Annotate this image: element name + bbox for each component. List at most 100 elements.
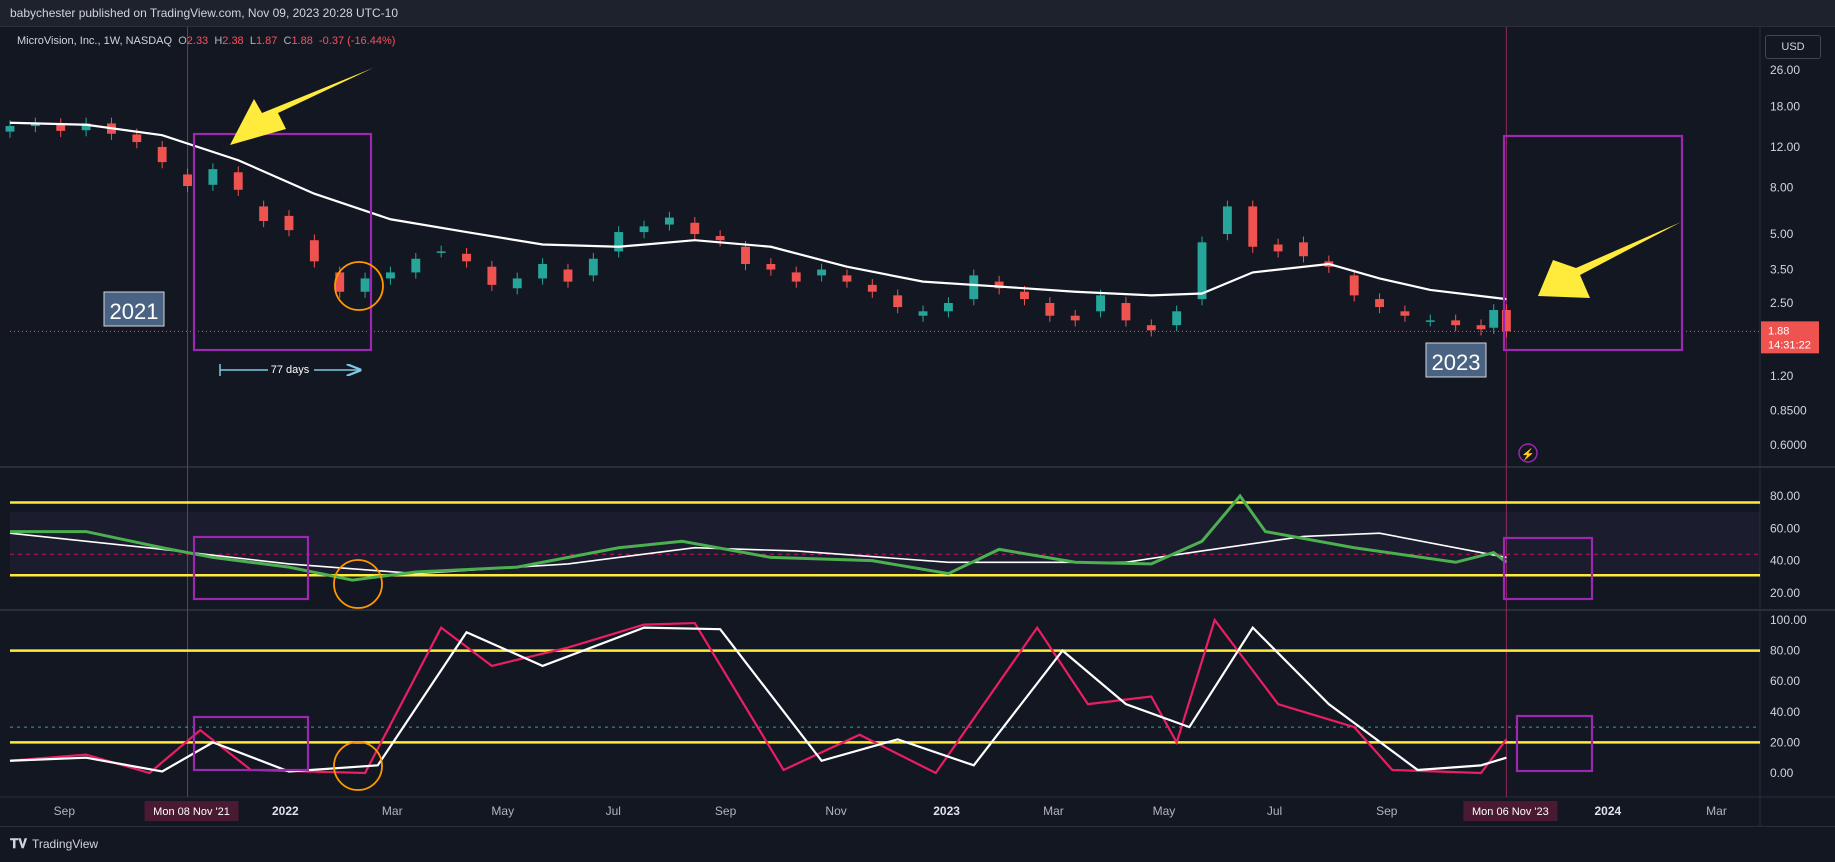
year-label-text: 2021 — [110, 299, 159, 324]
tradingview-brand[interactable]: 𝐓𝐕 TradingView — [10, 836, 98, 852]
time-tick-label: May — [1153, 804, 1176, 818]
candle — [741, 246, 750, 264]
price-tick-label: 1.20 — [1770, 369, 1794, 383]
stoch-d-line — [9, 625, 1507, 773]
candle — [766, 263, 776, 270]
time-tick-label: Mar — [1043, 804, 1064, 818]
time-tick-label: 2023 — [933, 804, 960, 818]
last-price-value: 1.88 — [1768, 325, 1789, 337]
stoch-tick-label: 100.00 — [1770, 613, 1807, 627]
measure-label: 77 days — [271, 364, 310, 376]
candle — [233, 172, 243, 190]
symbol-name: MicroVision, Inc., 1W, NASDAQ — [17, 35, 173, 47]
candle — [259, 206, 269, 222]
candle — [1172, 311, 1182, 326]
stoch-tick-label: 60.00 — [1770, 674, 1800, 688]
close-value: 1.88 — [291, 35, 313, 47]
candle — [969, 275, 979, 300]
chart-canvas[interactable]: 2021 2023 77 days ⚡ 26.00 18.00 12.00 8.00 5.00… — [0, 0, 1835, 826]
candle — [1020, 291, 1029, 300]
time-tick-label: Sep — [54, 804, 76, 818]
time-tick-label: Sep — [1376, 804, 1398, 818]
candle — [842, 275, 852, 282]
footer-bar: 𝐓𝐕 TradingView — [0, 826, 1835, 862]
candle — [1451, 320, 1461, 326]
candle — [436, 251, 446, 253]
candle — [1121, 303, 1131, 321]
rsi-tick-label: 40.00 — [1770, 554, 1800, 568]
candle — [588, 258, 598, 276]
stoch-tick-label: 20.00 — [1770, 735, 1800, 749]
price-tick-label: 3.50 — [1770, 263, 1794, 277]
brand-label: TradingView — [32, 837, 99, 851]
high-value: 2.38 — [222, 35, 244, 47]
open-value: 2.33 — [186, 35, 209, 47]
time-tick-label: Nov — [825, 804, 846, 818]
candle — [309, 240, 319, 262]
currency-button[interactable]: USD — [1765, 35, 1821, 59]
year-label-text: 2023 — [1432, 350, 1481, 375]
candle — [1273, 244, 1283, 252]
rsi-tick-label: 20.00 — [1770, 586, 1800, 600]
low-value: 1.87 — [255, 35, 278, 47]
price-tick-label: 18.00 — [1770, 100, 1800, 114]
candle — [487, 266, 497, 285]
candle — [1146, 325, 1156, 331]
candle — [5, 126, 15, 132]
year-label-2021: 2021 — [103, 291, 165, 327]
candle — [1349, 275, 1359, 296]
candle — [918, 311, 928, 316]
candle — [690, 222, 700, 235]
candle — [1299, 242, 1308, 257]
candle — [1476, 325, 1486, 330]
price-tick-label: 8.00 — [1770, 180, 1794, 194]
time-tick-label: Jul — [1267, 804, 1282, 818]
price-tick-label: 0.6000 — [1770, 438, 1807, 452]
time-tick-label: Jul — [606, 804, 621, 818]
candle — [943, 303, 953, 312]
price-tick-label: 12.00 — [1770, 140, 1800, 154]
candle — [385, 272, 395, 279]
candle — [867, 284, 877, 292]
stoch-tick-label: 0.00 — [1770, 766, 1794, 780]
rsi-tick-label: 80.00 — [1770, 489, 1800, 503]
candle — [664, 217, 674, 225]
candle — [1375, 299, 1385, 308]
candle — [791, 272, 801, 282]
candle — [1425, 320, 1435, 322]
candle — [360, 278, 370, 292]
price-tick-label: 0.8500 — [1770, 403, 1807, 417]
price-tick-label: 26.00 — [1770, 63, 1800, 77]
annotation-box-2021[interactable] — [192, 132, 373, 352]
candle — [1222, 206, 1232, 235]
time-tick-label: Mar — [1706, 804, 1727, 818]
candle — [1489, 310, 1499, 328]
stoch-tick-label: 80.00 — [1770, 644, 1800, 658]
annotation-box-2023[interactable] — [1502, 134, 1684, 352]
time-tick-label: 2022 — [272, 804, 299, 818]
candle — [208, 169, 218, 185]
yellow-arrow-icon[interactable] — [1538, 222, 1681, 298]
candle — [1248, 206, 1258, 247]
year-label-2023: 2023 — [1425, 342, 1487, 378]
candle — [1070, 315, 1080, 321]
candle — [411, 258, 421, 273]
candle — [1197, 242, 1207, 300]
candle — [183, 174, 192, 187]
candle — [462, 253, 471, 262]
time-tick-label: 2024 — [1594, 804, 1621, 818]
candle — [715, 236, 725, 241]
tradingview-logo-icon: 𝐓𝐕 — [10, 836, 27, 851]
stoch-tick-label: 40.00 — [1770, 705, 1800, 719]
candle — [1045, 303, 1055, 316]
moving-average-line — [9, 121, 1507, 301]
candle — [132, 134, 142, 143]
candle — [1096, 295, 1106, 312]
candle — [538, 263, 548, 279]
candle — [157, 146, 167, 163]
time-tick-label: Mar — [382, 804, 403, 818]
candle — [1400, 311, 1410, 316]
time-cursor-label: Mon 06 Nov '23 — [1472, 806, 1549, 818]
time-tick-label: May — [491, 804, 514, 818]
rsi-band-fill — [10, 512, 1760, 577]
